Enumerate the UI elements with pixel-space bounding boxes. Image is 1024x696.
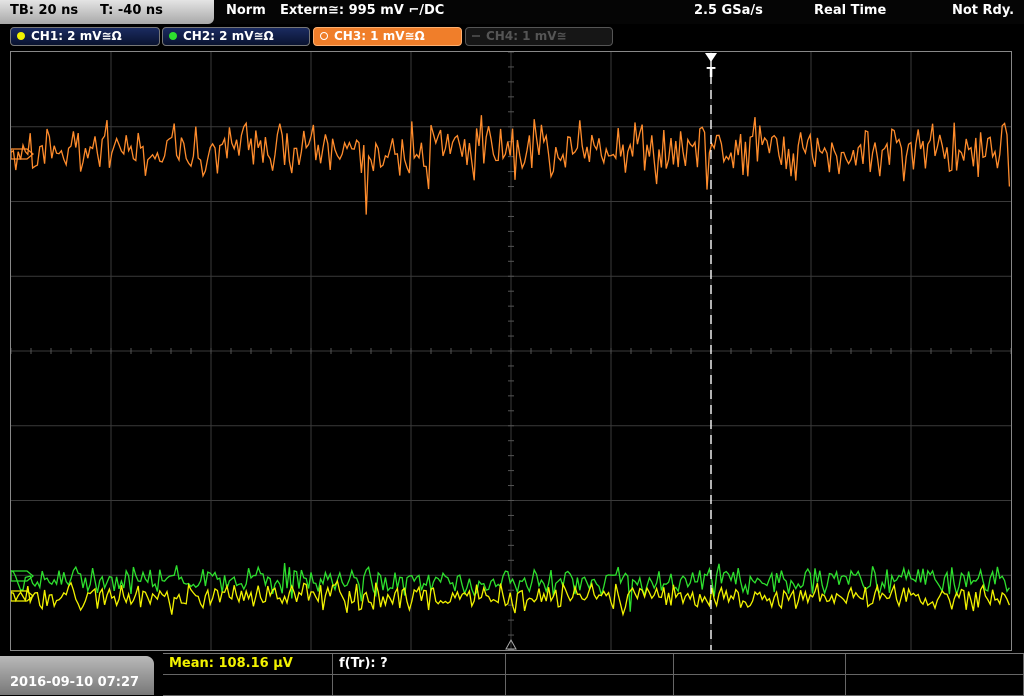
ch1-waveform [11, 579, 1011, 617]
ch1-indicator-icon [17, 32, 25, 40]
datetime-box: 2016-09-10 07:27 [0, 656, 154, 695]
measurement-cell-empty[interactable] [506, 654, 674, 675]
ch3-waveform [11, 115, 1011, 215]
ch3-indicator-icon [320, 32, 328, 40]
acquisition-mode-label[interactable]: Real Time [814, 3, 886, 18]
ch2-label: CH2: 2 mV≅Ω [183, 29, 274, 43]
trigger-arrow-icon[interactable] [705, 53, 717, 62]
status-bar: TB: 20 ns T: -40 ns Norm Extern≅: 995 mV… [0, 0, 1024, 24]
waveform-traces [11, 115, 1011, 617]
measurement-cell-empty[interactable] [163, 675, 333, 696]
channel-tab-ch3[interactable]: CH3: 1 mV≅Ω [313, 27, 462, 46]
waveform-display[interactable]: T [10, 51, 1012, 651]
ch3-label: CH3: 1 mV≅Ω [334, 29, 425, 43]
channel-bar: CH1: 2 mV≅Ω CH2: 2 mV≅Ω CH3: 1 mV≅Ω CH4:… [0, 24, 1024, 50]
channel-tab-ch2[interactable]: CH2: 2 mV≅Ω [162, 27, 310, 46]
measurement-cell-freq[interactable]: f(Tr): ? [333, 654, 506, 675]
measurement-cell-empty[interactable] [674, 675, 846, 696]
measurement-cell-empty[interactable] [333, 675, 506, 696]
measurement-cell-empty[interactable] [506, 675, 674, 696]
status-label: Not Rdy. [952, 3, 1015, 18]
measurement-cell-mean[interactable]: Mean: 108.16 µV [163, 654, 333, 675]
ch2-waveform [11, 562, 1010, 612]
ch4-indicator-icon [472, 35, 480, 37]
trigger-time-label[interactable]: T: -40 ns [100, 3, 163, 18]
timebase-box[interactable]: TB: 20 ns T: -40 ns [0, 0, 214, 24]
ch2-indicator-icon [169, 32, 177, 40]
level-markers[interactable] [11, 148, 35, 602]
waveform-graticule[interactable]: T [11, 52, 1011, 650]
ch4-label: CH4: 1 mV≅ [486, 29, 567, 43]
trigger-mode-label[interactable]: Norm [226, 3, 266, 18]
channel-tab-ch4[interactable]: CH4: 1 mV≅ [465, 27, 613, 46]
measurement-cell-empty[interactable] [846, 675, 1024, 696]
frequency-measurement: f(Tr): ? [339, 656, 388, 671]
footer-bar: 2016-09-10 07:27 Mean: 108.16 µV f(Tr): … [0, 652, 1024, 696]
timebase-label[interactable]: TB: 20 ns [10, 3, 78, 18]
channel-tab-ch1[interactable]: CH1: 2 mV≅Ω [10, 27, 160, 46]
measurement-cell-empty[interactable] [846, 654, 1024, 675]
measurement-cell-empty[interactable] [674, 654, 846, 675]
trigger-marker-label: T [707, 66, 716, 81]
sample-rate-label[interactable]: 2.5 GSa/s [694, 3, 763, 18]
mean-measurement: Mean: 108.16 µV [169, 656, 293, 671]
measurement-panel[interactable]: Mean: 108.16 µV f(Tr): ? [163, 653, 1024, 696]
datetime-label: 2016-09-10 07:27 [10, 675, 140, 690]
ch1-label: CH1: 2 mV≅Ω [31, 29, 122, 43]
trigger-source-label[interactable]: Extern≅: 995 mV ⌐/DC [280, 3, 444, 18]
